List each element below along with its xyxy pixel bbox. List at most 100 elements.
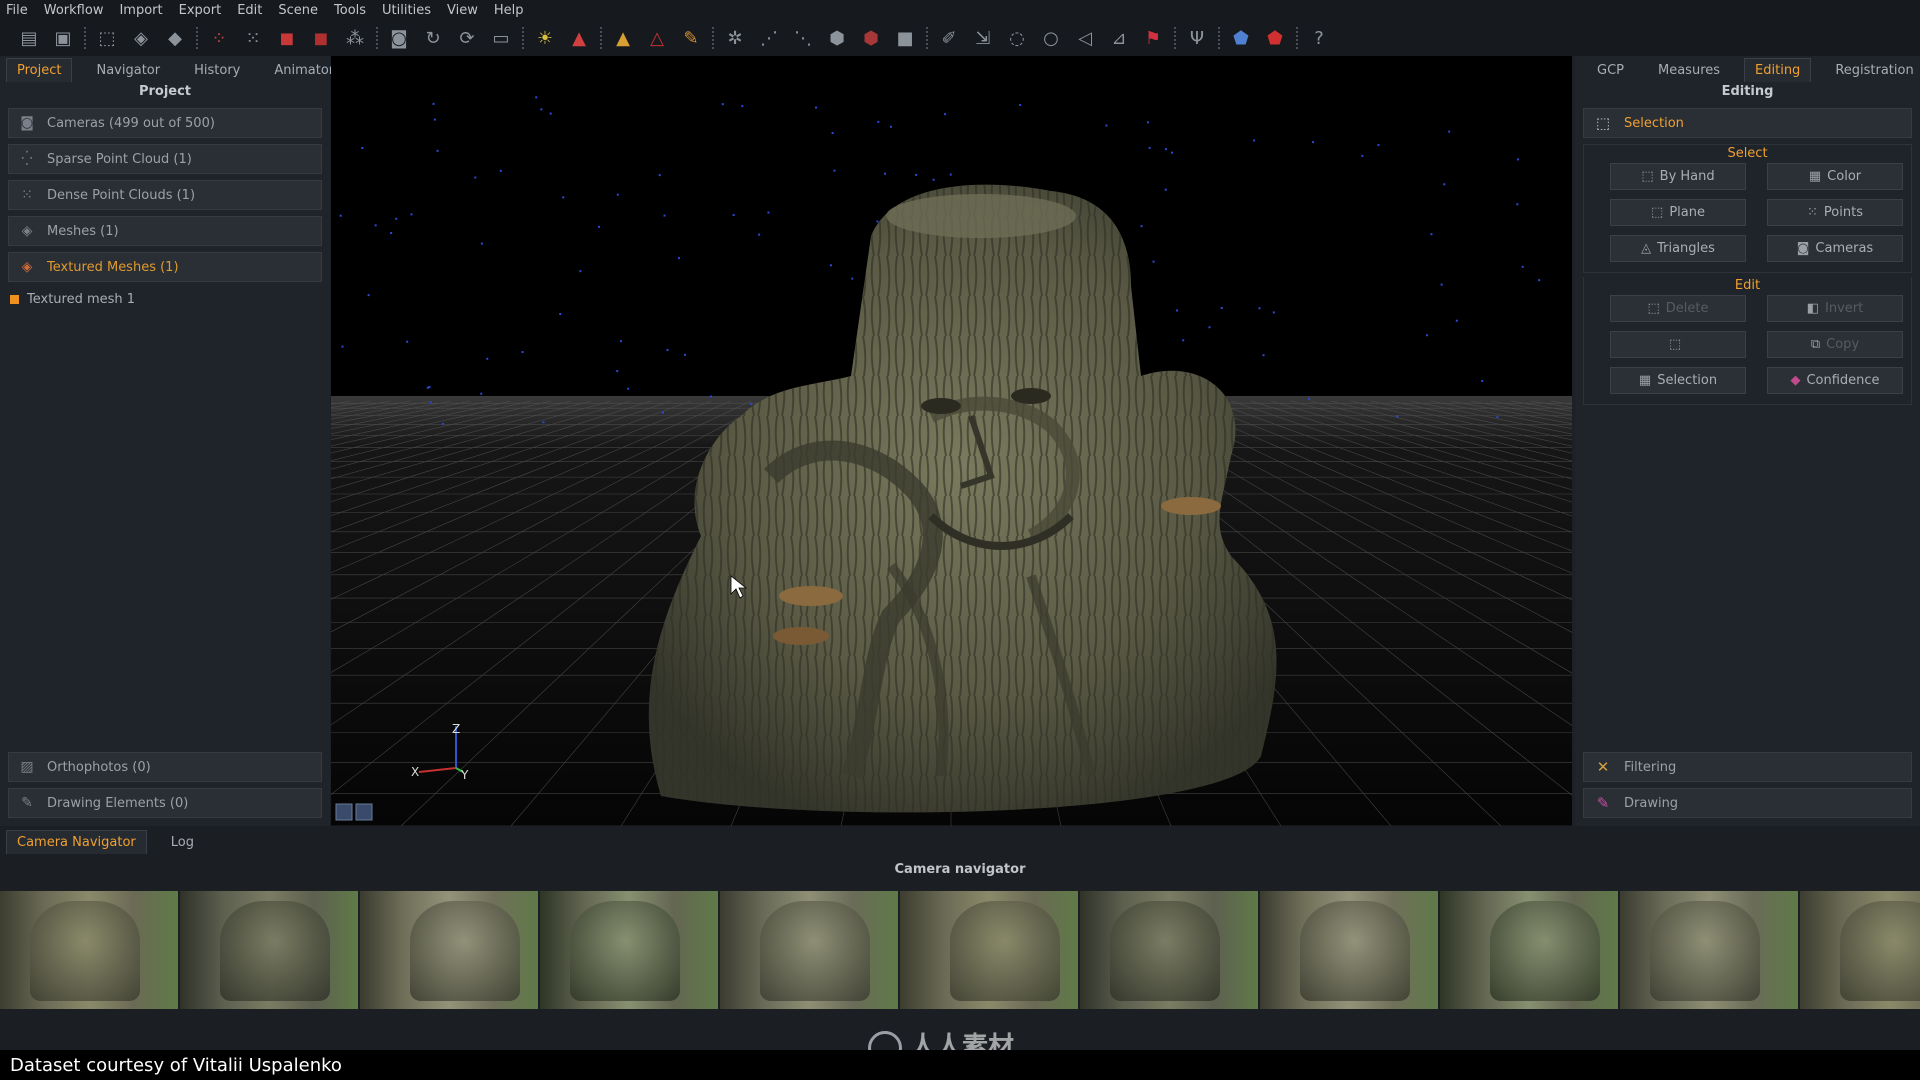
camera-thumbnail[interactable] [360, 891, 538, 1009]
flag-icon[interactable]: ⚑ [1140, 25, 1166, 51]
filter-icon[interactable]: ✲ [722, 25, 748, 51]
copy-button[interactable]: ⧉ Copy [1767, 331, 1903, 358]
menu-export[interactable]: Export [179, 3, 222, 18]
refresh-icon[interactable]: ⟳ [454, 25, 480, 51]
tree-item-cameras[interactable]: ◙ Cameras (499 out of 500) [8, 108, 322, 138]
lasso-icon[interactable]: ◌ [1004, 25, 1030, 51]
align-icon[interactable]: ⬚ [94, 25, 120, 51]
rotate-icon[interactable]: ↻ [420, 25, 446, 51]
view-mode-button-2[interactable] [355, 803, 373, 821]
points-icon[interactable]: ⁙ [240, 25, 266, 51]
crop-button[interactable]: ⬚ [1610, 331, 1746, 358]
tab-editing[interactable]: Editing [1744, 58, 1812, 82]
select-plane-button[interactable]: ⬚ Plane [1610, 199, 1746, 226]
selection-section-header[interactable]: ⬚ Selection [1583, 108, 1912, 138]
tab-project[interactable]: Project [6, 58, 73, 82]
dots-2-icon[interactable]: ⋱ [790, 25, 816, 51]
camera-icon[interactable]: ◙ [386, 25, 412, 51]
tree-item-orthophotos[interactable]: ▨ Orthophotos (0) [8, 752, 322, 782]
box-red-icon[interactable]: ⬢ [858, 25, 884, 51]
color-triangle-icon[interactable]: ▲ [566, 25, 592, 51]
measure-icon[interactable]: ◁ [1072, 25, 1098, 51]
camera-point [1426, 334, 1429, 337]
menu-edit[interactable]: Edit [237, 3, 262, 18]
blue-shield-icon[interactable]: ⬟ [1228, 25, 1254, 51]
3d-viewport[interactable]: Z X Y [331, 56, 1572, 826]
camera-filmstrip[interactable] [0, 891, 1920, 1009]
arrow-icon[interactable]: ⇲ [970, 25, 996, 51]
clear-selection-button[interactable]: ▦ Selection [1610, 367, 1746, 394]
pen-icon[interactable]: ✐ [936, 25, 962, 51]
camera-thumbnail[interactable] [1620, 891, 1798, 1009]
light-bulb-icon[interactable]: ☀ [532, 25, 558, 51]
box-icon[interactable]: ⬢ [824, 25, 850, 51]
tab-measures[interactable]: Measures [1648, 59, 1730, 82]
scatter-icon[interactable]: ⁂ [342, 25, 368, 51]
red-cube-icon[interactable]: ◼ [274, 25, 300, 51]
invert-button[interactable]: ◧ Invert [1767, 295, 1903, 322]
ruler-icon[interactable]: ⊿ [1106, 25, 1132, 51]
camera-thumbnail[interactable] [720, 891, 898, 1009]
menu-import[interactable]: Import [119, 3, 162, 18]
tree-item-label: Cameras (499 out of 500) [47, 115, 215, 131]
camera-thumbnail[interactable] [1800, 891, 1920, 1009]
filtering-section-header[interactable]: ✕ Filtering [1583, 752, 1912, 782]
circle-icon[interactable]: ○ [1038, 25, 1064, 51]
save-icon[interactable]: ▣ [50, 25, 76, 51]
mesh-icon: ◈ [21, 223, 33, 239]
confidence-button[interactable]: ◆ Confidence [1767, 367, 1903, 394]
fork-icon[interactable]: Ψ [1184, 25, 1210, 51]
mesh-cube-icon[interactable]: ◈ [128, 25, 154, 51]
camera-thumbnail[interactable] [540, 891, 718, 1009]
tree-item-meshes[interactable]: ◈ Meshes (1) [8, 216, 322, 246]
viewport-canvas[interactable]: Z X Y [331, 56, 1572, 826]
red-triangle-icon[interactable]: △ [644, 25, 670, 51]
menu-utilities[interactable]: Utilities [382, 3, 431, 18]
delete-button[interactable]: ⬚ Delete [1610, 295, 1746, 322]
camera-thumbnail[interactable] [180, 891, 358, 1009]
menu-tools[interactable]: Tools [334, 3, 366, 18]
menu-help[interactable]: Help [494, 3, 524, 18]
select-cameras-button[interactable]: ◙ Cameras [1767, 235, 1903, 262]
select-group: Select ⬚ By Hand ▦ Color ⬚ Plane ⁙ Points ◬ T… [1583, 144, 1912, 273]
image-icon[interactable]: ▭ [488, 25, 514, 51]
visibility-marker[interactable] [10, 294, 19, 304]
select-by-hand-button[interactable]: ⬚ By Hand [1610, 163, 1746, 190]
help-icon[interactable]: ? [1306, 25, 1332, 51]
square-icon[interactable]: ■ [892, 25, 918, 51]
menu-scene[interactable]: Scene [278, 3, 318, 18]
select-points-button[interactable]: ⁙ Points [1767, 199, 1903, 226]
triangle-icon[interactable]: ▲ [610, 25, 636, 51]
camera-thumbnail[interactable] [900, 891, 1078, 1009]
camera-point [1019, 103, 1022, 106]
camera-thumbnail[interactable] [1440, 891, 1618, 1009]
points-red-icon[interactable]: ⁘ [206, 25, 232, 51]
menu-file[interactable]: File [6, 3, 28, 18]
tab-log[interactable]: Log [161, 831, 204, 854]
view-mode-button[interactable] [335, 803, 353, 821]
red-cube-2-icon[interactable]: ◼ [308, 25, 334, 51]
tree-item-dense-clouds[interactable]: ⁙ Dense Point Clouds (1) [8, 180, 322, 210]
tree-child-textured-mesh[interactable]: Textured mesh 1 [0, 288, 330, 310]
tab-gcp[interactable]: GCP [1587, 59, 1634, 82]
red-shield-icon[interactable]: ⬟ [1262, 25, 1288, 51]
tree-item-drawing-elements[interactable]: ✎ Drawing Elements (0) [8, 788, 322, 818]
camera-thumbnail[interactable] [1080, 891, 1258, 1009]
tab-registration[interactable]: Registration [1825, 59, 1920, 82]
tree-item-sparse-cloud[interactable]: ⁛ Sparse Point Cloud (1) [8, 144, 322, 174]
menu-workflow[interactable]: Workflow [44, 3, 104, 18]
brush-icon[interactable]: ✎ [678, 25, 704, 51]
camera-thumbnail[interactable] [0, 891, 178, 1009]
select-color-button[interactable]: ▦ Color [1767, 163, 1903, 190]
tab-history[interactable]: History [184, 59, 250, 82]
cube-icon[interactable]: ◆ [162, 25, 188, 51]
camera-thumbnail[interactable] [1260, 891, 1438, 1009]
tab-navigator[interactable]: Navigator [86, 59, 170, 82]
dots-icon[interactable]: ⋰ [756, 25, 782, 51]
new-project-icon[interactable]: ▤ [16, 25, 42, 51]
tree-item-textured-meshes[interactable]: ◈ Textured Meshes (1) [8, 252, 322, 282]
menu-view[interactable]: View [447, 3, 478, 18]
tab-camera-navigator[interactable]: Camera Navigator [6, 830, 147, 854]
select-triangles-button[interactable]: ◬ Triangles [1610, 235, 1746, 262]
drawing-section-header[interactable]: ✎ Drawing [1583, 788, 1912, 818]
